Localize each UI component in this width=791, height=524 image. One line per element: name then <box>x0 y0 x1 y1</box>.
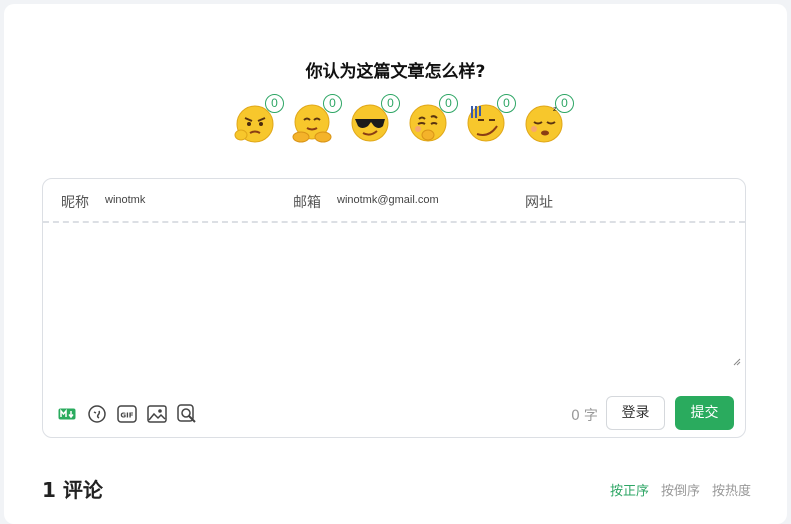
word-count-value: 0 <box>571 408 580 424</box>
preview-button[interactable] <box>177 404 197 424</box>
reaction-angry[interactable]: 0 <box>230 94 288 150</box>
word-count-unit: 字 <box>583 408 598 424</box>
nickname-label: 昵称 <box>61 195 89 211</box>
editor-toolbar: GIF <box>57 402 197 426</box>
word-count: 0字 <box>571 405 602 425</box>
submit-button[interactable]: 提交 <box>675 396 734 430</box>
comment-form: 昵称 winotmk 邮箱 winotmk@gmail.com 网址 GIF 0… <box>42 178 746 438</box>
url-label: 网址 <box>525 195 553 211</box>
url-input[interactable] <box>569 194 729 210</box>
markdown-button[interactable] <box>57 404 77 424</box>
nickname-input[interactable]: winotmk <box>105 194 145 206</box>
reaction-count: 0 <box>323 94 342 113</box>
reaction-hug[interactable]: 0 <box>288 94 346 150</box>
email-input[interactable]: winotmk@gmail.com <box>337 194 439 206</box>
reaction-cool[interactable]: 0 <box>346 94 404 150</box>
reaction-count: 0 <box>381 94 400 113</box>
reaction-awkward[interactable]: 0 <box>462 94 520 150</box>
emoji-button[interactable] <box>87 404 107 424</box>
sort-ascending[interactable]: 按正序 <box>610 480 649 499</box>
preview-icon <box>177 404 196 423</box>
image-button[interactable] <box>147 404 167 424</box>
resize-handle-icon[interactable] <box>731 356 741 366</box>
emoji-icon <box>88 405 106 423</box>
reaction-thinking[interactable]: 0 <box>404 94 462 150</box>
markdown-icon <box>58 408 76 420</box>
reaction-sleepy[interactable]: z z 0 <box>520 94 578 150</box>
reaction-count: 0 <box>555 94 574 113</box>
comments-count-heading: 1 评论 <box>42 478 103 502</box>
svg-text:GIF: GIF <box>120 412 133 420</box>
reaction-count: 0 <box>439 94 458 113</box>
email-label: 邮箱 <box>293 195 321 211</box>
reaction-count: 0 <box>265 94 284 113</box>
gif-icon: GIF <box>117 405 137 423</box>
meta-fields: 昵称 winotmk 邮箱 winotmk@gmail.com 网址 <box>43 179 745 223</box>
reaction-list: 0 0 0 0 0 z 0 <box>230 94 580 150</box>
image-icon <box>147 405 167 423</box>
sort-hot[interactable]: 按热度 <box>712 480 751 499</box>
gif-button[interactable]: GIF <box>117 404 137 424</box>
reaction-title: 你认为这篇文章怎么样? <box>305 62 486 82</box>
sort-descending[interactable]: 按倒序 <box>661 480 700 499</box>
comment-textarea[interactable] <box>43 223 745 369</box>
login-button[interactable]: 登录 <box>606 396 665 430</box>
reaction-count: 0 <box>497 94 516 113</box>
